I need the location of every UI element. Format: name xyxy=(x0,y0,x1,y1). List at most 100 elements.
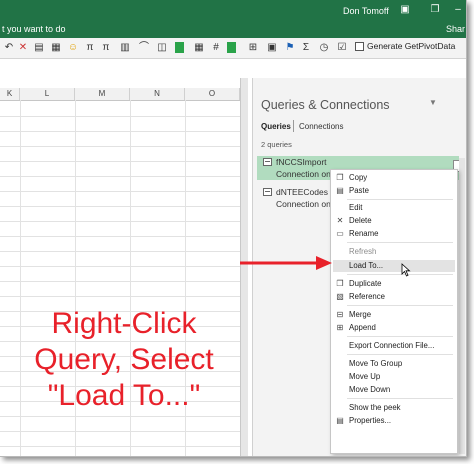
query-table-icon xyxy=(263,158,272,166)
menu-separator xyxy=(347,305,453,306)
sum-icon[interactable]: Σ xyxy=(300,41,312,54)
query-status: Connection on xyxy=(276,199,331,209)
menu-item-copy[interactable]: ❐ Copy xyxy=(333,172,455,184)
chart-icon[interactable]: ◫ xyxy=(156,41,168,54)
menu-item-move-to-group[interactable]: Move To Group xyxy=(333,358,455,370)
tab-queries[interactable]: Queries xyxy=(261,122,291,131)
pi-icon[interactable]: π xyxy=(84,41,96,54)
menu-item-edit[interactable]: Edit xyxy=(333,202,455,214)
tell-me-bar: t you want to do Shar xyxy=(0,22,466,38)
menu-label: Load To... xyxy=(349,261,384,270)
format-icon[interactable]: ▤ xyxy=(33,41,45,54)
column-header[interactable]: L xyxy=(20,88,75,100)
tab-divider xyxy=(293,120,294,132)
restore-icon[interactable]: ❐ xyxy=(426,2,444,18)
menu-separator xyxy=(347,242,453,243)
gridline xyxy=(0,236,240,237)
pane-options-chevron-icon[interactable]: ▼ xyxy=(429,98,437,107)
menu-item-rename[interactable]: ▭ Rename xyxy=(333,228,455,240)
menu-separator xyxy=(347,199,453,200)
menu-label: Rename xyxy=(349,229,379,238)
link-icon[interactable]: ⌒ xyxy=(138,41,150,54)
generate-getpivotdata-checkbox[interactable] xyxy=(355,41,364,51)
pane-scrollbar[interactable] xyxy=(459,158,465,454)
rename-icon: ▭ xyxy=(336,229,344,238)
menu-label: Paste xyxy=(349,186,369,195)
query-name: fNCCSImport xyxy=(276,157,327,167)
ribbon-display-icon[interactable]: ▣ xyxy=(396,2,414,18)
menu-item-show-the-peek[interactable]: Show the peek xyxy=(333,402,455,414)
table-icon[interactable]: ▦ xyxy=(193,41,205,54)
column-header[interactable]: M xyxy=(75,88,130,100)
menu-item-export-connection-file[interactable]: Export Connection File... xyxy=(333,340,455,352)
menu-item-delete[interactable]: ✕ Delete xyxy=(333,215,455,227)
menu-label: Properties... xyxy=(349,416,392,425)
menu-label: Duplicate xyxy=(349,279,382,288)
check-icon[interactable]: ☑ xyxy=(336,41,348,54)
pivot-icon[interactable]: ▦ xyxy=(50,41,62,54)
menu-separator xyxy=(347,336,453,337)
column-icon[interactable]: ▥ xyxy=(119,41,131,54)
title-bar: Don Tomoff ▣ ❐ – xyxy=(0,0,466,22)
user-name[interactable]: Don Tomoff xyxy=(343,6,389,16)
merge-icon: ⊟ xyxy=(336,310,344,319)
minimize-icon[interactable]: – xyxy=(449,2,466,18)
menu-item-paste[interactable]: ▤ Paste xyxy=(333,185,455,197)
properties-icon: ▤ xyxy=(336,416,344,425)
annotation-line: Right-Click xyxy=(51,307,197,340)
menu-item-reference[interactable]: ▧ Reference xyxy=(333,291,455,303)
annotation-line: Query, Select xyxy=(34,343,214,376)
menu-label: Show the peek xyxy=(349,403,401,412)
duplicate-icon: ❐ xyxy=(336,279,344,288)
tab-connections[interactable]: Connections xyxy=(299,122,343,131)
annotation-callout: Right-Click Query, Select "Load To..." xyxy=(0,306,248,414)
query-table-icon xyxy=(263,188,272,196)
context-menu: ❐ Copy ▤ Paste Edit ✕ Delete ▭ Rename Re… xyxy=(330,169,458,454)
menu-item-move-down[interactable]: Move Down xyxy=(333,384,455,396)
gridline xyxy=(0,431,240,432)
menu-item-merge[interactable]: ⊟ Merge xyxy=(333,309,455,321)
smiley-icon[interactable]: ☺ xyxy=(67,41,79,54)
fill-icon[interactable] xyxy=(227,42,236,53)
menu-item-move-up[interactable]: Move Up xyxy=(333,371,455,383)
column-header[interactable]: K xyxy=(0,88,20,100)
menu-item-duplicate[interactable]: ❐ Duplicate xyxy=(333,278,455,290)
menu-label: Append xyxy=(349,323,376,332)
menu-label: Refresh xyxy=(349,247,377,256)
grid-icon[interactable]: ⊞ xyxy=(247,41,259,54)
menu-item-append[interactable]: ⊞ Append xyxy=(333,322,455,334)
undo-icon[interactable]: ↶ xyxy=(3,41,15,54)
gridline xyxy=(0,191,240,192)
copy-icon: ❐ xyxy=(336,173,344,182)
share-button[interactable]: Shar xyxy=(446,24,465,34)
menu-item-load-to[interactable]: Load To... xyxy=(333,260,455,272)
menu-separator xyxy=(347,398,453,399)
gridline xyxy=(0,416,240,417)
gridline xyxy=(0,206,240,207)
gridline xyxy=(0,131,240,132)
column-header[interactable]: N xyxy=(130,88,185,100)
number-icon[interactable]: # xyxy=(210,41,222,54)
menu-item-refresh[interactable]: Refresh xyxy=(333,246,455,258)
color-icon[interactable] xyxy=(175,42,184,53)
flag-icon[interactable]: ⚑ xyxy=(284,41,296,54)
annotation-arrow-icon xyxy=(240,256,332,270)
menu-label: Merge xyxy=(349,310,372,319)
generate-getpivotdata-toggle[interactable]: Generate GetPivotData xyxy=(355,41,455,51)
menu-label: Edit xyxy=(349,203,363,212)
delete-x-icon[interactable]: ✕ xyxy=(17,41,29,54)
share-label: Shar xyxy=(446,24,466,34)
menu-label: Delete xyxy=(349,216,372,225)
annotation-line: "Load To..." xyxy=(47,379,201,412)
column-header[interactable]: O xyxy=(185,88,240,100)
append-icon: ⊞ xyxy=(336,323,344,332)
query-name: dNTEECodes xyxy=(276,187,328,197)
pi-equation-icon[interactable]: π xyxy=(100,41,112,54)
border-icon[interactable]: ▣ xyxy=(266,41,278,54)
clock-icon[interactable]: ◷ xyxy=(318,41,330,54)
tell-me-input[interactable]: t you want to do xyxy=(2,24,66,34)
menu-item-properties[interactable]: ▤ Properties... xyxy=(333,415,455,427)
worksheet-grid[interactable]: K L M N O Right-Click Query, Select "Loa… xyxy=(0,78,248,456)
menu-label: Move To Group xyxy=(349,359,403,368)
reference-icon: ▧ xyxy=(336,292,344,301)
